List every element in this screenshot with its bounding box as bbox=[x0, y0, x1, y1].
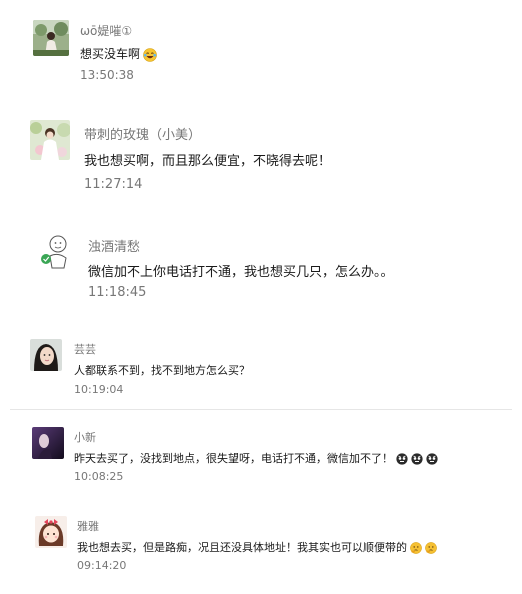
thinking-face-icon bbox=[425, 542, 437, 554]
comment-text-content: 想买没车啊 bbox=[80, 47, 141, 61]
comment-author[interactable]: ωō媞嗺① bbox=[80, 22, 132, 39]
comment-author[interactable]: 芸芸 bbox=[74, 341, 96, 357]
avatar[interactable] bbox=[30, 120, 70, 160]
comment-timestamp: 10:08:25 bbox=[74, 470, 124, 483]
comment-text-content: 人都联系不到，找不到地方怎么买？ bbox=[74, 364, 250, 377]
comment-author[interactable]: 浊酒清愁 bbox=[88, 236, 140, 255]
avatar[interactable] bbox=[34, 232, 74, 272]
avatar[interactable] bbox=[33, 20, 69, 56]
comment-text: 微信加不上你电话打不通，我也想买几只，怎么办。。 bbox=[88, 261, 394, 280]
laughing-tears-icon bbox=[143, 47, 157, 62]
comment-author[interactable]: 雅雅 bbox=[77, 518, 99, 534]
comment-text-content: 我也想买啊，而且那么便宜，不晓得去呢！ bbox=[84, 154, 332, 169]
comment-author[interactable]: 带刺的玫瑰（小美） bbox=[84, 124, 201, 143]
comment-timestamp: 10:19:04 bbox=[74, 383, 124, 396]
comment-timestamp: 13:50:38 bbox=[80, 68, 134, 82]
comment-text-content: 微信加不上你电话打不通，我也想买几只，怎么办。。 bbox=[88, 265, 394, 280]
angry-face-icon bbox=[426, 453, 438, 465]
divider bbox=[10, 409, 512, 410]
comment-text: 我也想去买，但是路痴，况且还没具体地址！我其实也可以顺便带的 bbox=[77, 539, 437, 555]
avatar[interactable] bbox=[35, 516, 67, 548]
comment-author[interactable]: 小新 bbox=[74, 429, 96, 445]
comment-text: 我也想买啊，而且那么便宜，不晓得去呢！ bbox=[84, 150, 331, 169]
thinking-face-icon bbox=[410, 542, 422, 554]
angry-face-icon bbox=[411, 453, 423, 465]
comment-text-content: 我也想去买，但是路痴，况且还没具体地址！我其实也可以顺便带的 bbox=[77, 541, 407, 554]
comment-timestamp: 09:14:20 bbox=[77, 559, 127, 572]
avatar[interactable] bbox=[30, 339, 62, 371]
comment-timestamp: 11:18:45 bbox=[88, 285, 147, 300]
comment-text: 昨天去买了，没找到地点，很失望呀，电话打不通，微信加不了！ bbox=[74, 450, 438, 466]
comment-text-content: 昨天去买了，没找到地点，很失望呀，电话打不通，微信加不了！ bbox=[74, 452, 393, 465]
angry-face-icon bbox=[396, 453, 408, 465]
comment-timestamp: 11:27:14 bbox=[84, 177, 143, 192]
comment-text: 人都联系不到，找不到地方怎么买？ bbox=[74, 362, 250, 378]
comment-text: 想买没车啊 bbox=[80, 45, 157, 62]
avatar[interactable] bbox=[32, 427, 64, 459]
